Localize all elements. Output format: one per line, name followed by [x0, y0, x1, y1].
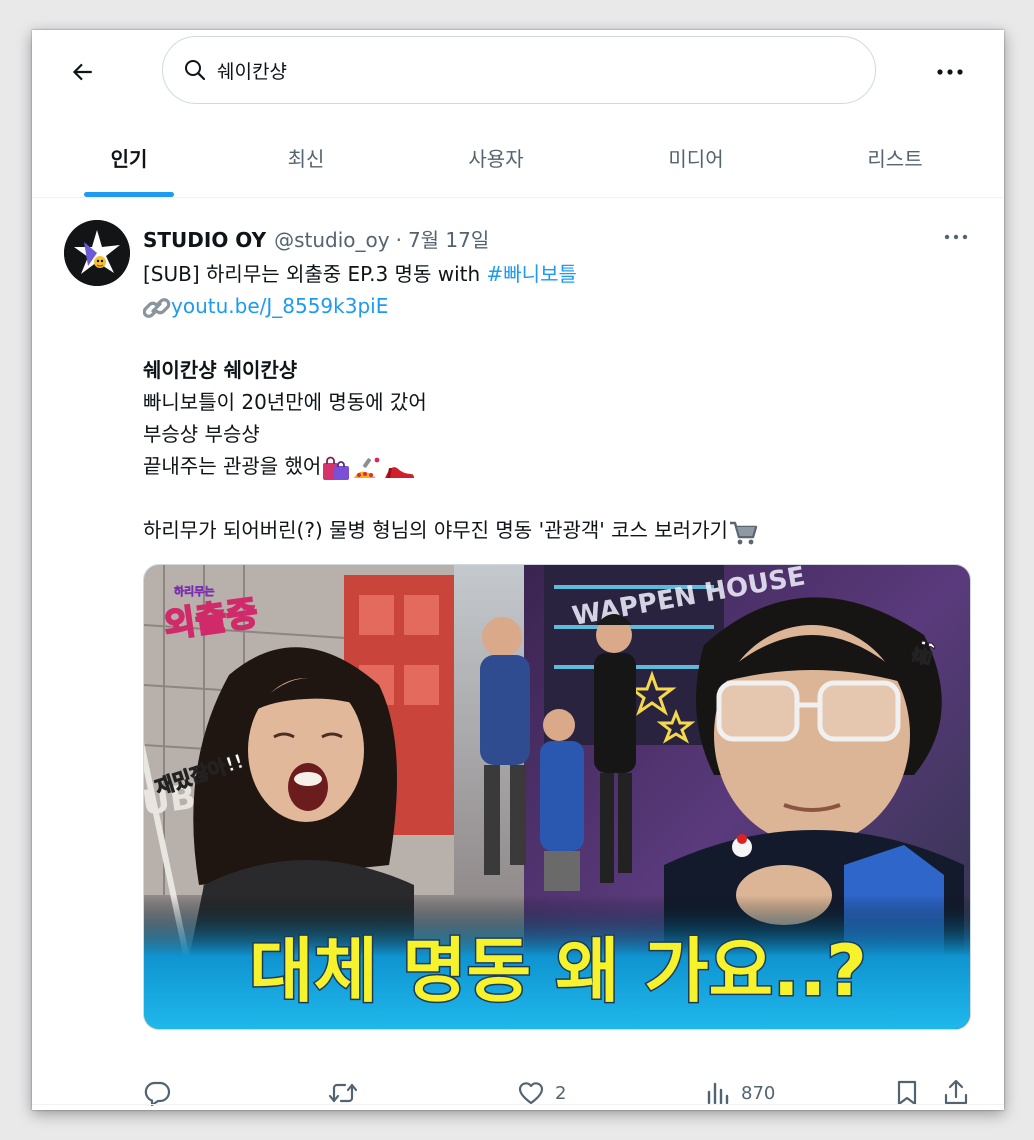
- divider: [32, 1104, 1004, 1105]
- tweet-line-text: 끝내주는 관광을 했어: [143, 454, 322, 478]
- tab-label: 리스트: [867, 147, 923, 171]
- shopping-cart-icon: [729, 521, 758, 544]
- shopping-bags-icon: [323, 456, 350, 480]
- tweet-line: 빠니보틀이 20년만에 명동에 갔어: [143, 390, 427, 414]
- reply-icon: [144, 1081, 171, 1106]
- youtube-link[interactable]: youtu.be/J_8559k3piE: [171, 294, 388, 318]
- back-button[interactable]: [62, 52, 102, 92]
- search-tabs: 인기 최신 사용자 미디어 리스트: [32, 118, 1004, 198]
- tweet-more-button[interactable]: [938, 222, 974, 252]
- more-horizontal-icon: [944, 234, 968, 240]
- tweet-line: 끝내주는 관광을 했어: [143, 450, 973, 482]
- logo-small-text: 하리무는: [174, 584, 214, 598]
- tweet-line: 부승샹 부승샹: [143, 422, 260, 446]
- tweet-header: STUDIO OY @studio_oy · 7월 17일: [143, 224, 489, 253]
- tweet-line: youtu.be/J_8559k3piE: [143, 290, 973, 322]
- tweet-title-text: [SUB] 하리무는 외출중 EP.3 명동 with: [143, 262, 487, 286]
- tab-label: 사용자: [468, 147, 524, 171]
- bookmark-icon: [897, 1080, 917, 1106]
- heart-icon: [518, 1082, 544, 1105]
- more-options-button[interactable]: [930, 52, 970, 92]
- tweet-text: [SUB] 하리무는 외출중 EP.3 명동 with #빠니보틀 youtu.…: [143, 258, 973, 546]
- tab-label: 인기: [110, 147, 148, 171]
- active-tab-indicator: [84, 192, 174, 197]
- tweet-date[interactable]: 7월 17일: [408, 224, 489, 253]
- video-thumbnail[interactable]: UBLIC WAPPEN HOUSE: [143, 564, 971, 1030]
- search-box[interactable]: [162, 36, 876, 104]
- high-heel-icon: [385, 466, 415, 478]
- separator-dot: ·: [395, 228, 402, 252]
- like-count: 2: [555, 1082, 567, 1104]
- retweet-icon: [328, 1083, 358, 1103]
- nail-polish-icon: [354, 457, 380, 478]
- tweet-line-text: 하리무가 되어버린(?) 물병 형님의 야무진 명동 '관광객' 코스 보러가기: [143, 518, 728, 542]
- view-count: 870: [741, 1082, 776, 1104]
- search-input[interactable]: [217, 59, 817, 81]
- tab-top[interactable]: 인기: [32, 118, 226, 197]
- tab-label: 미디어: [668, 147, 724, 171]
- avatar[interactable]: [64, 220, 130, 286]
- views-icon: [707, 1082, 729, 1105]
- share-icon: [944, 1079, 968, 1105]
- more-horizontal-icon: [937, 69, 963, 75]
- tweet-line: [SUB] 하리무는 외출중 EP.3 명동 with #빠니보틀: [143, 258, 973, 290]
- search-icon: [183, 57, 209, 83]
- tab-latest[interactable]: 최신: [226, 118, 386, 197]
- author-name[interactable]: STUDIO OY: [143, 228, 266, 252]
- tab-lists[interactable]: 리스트: [786, 118, 1004, 197]
- tab-people[interactable]: 사용자: [386, 118, 606, 197]
- link-icon: [143, 297, 171, 318]
- tab-label: 최신: [287, 147, 325, 171]
- tweet-line: 하리무가 되어버린(?) 물병 형님의 야무진 명동 '관광객' 코스 보러가기: [143, 514, 973, 546]
- tab-media[interactable]: 미디어: [606, 118, 786, 197]
- tweet[interactable]: STUDIO OY @studio_oy · 7월 17일 [SUB] 하리무는…: [32, 200, 1004, 1110]
- search-header: [32, 30, 1004, 118]
- hashtag-link[interactable]: #빠니보틀: [487, 262, 577, 286]
- back-arrow-icon: [72, 63, 92, 81]
- author-handle[interactable]: @studio_oy: [274, 228, 390, 252]
- video-caption: 대체 명동 왜 가요..?: [249, 930, 867, 1012]
- tweet-line: 쉐이칸샹 쉐이칸샹: [143, 358, 298, 382]
- app-window: 인기 최신 사용자 미디어 리스트 STUDIO: [32, 30, 1004, 1110]
